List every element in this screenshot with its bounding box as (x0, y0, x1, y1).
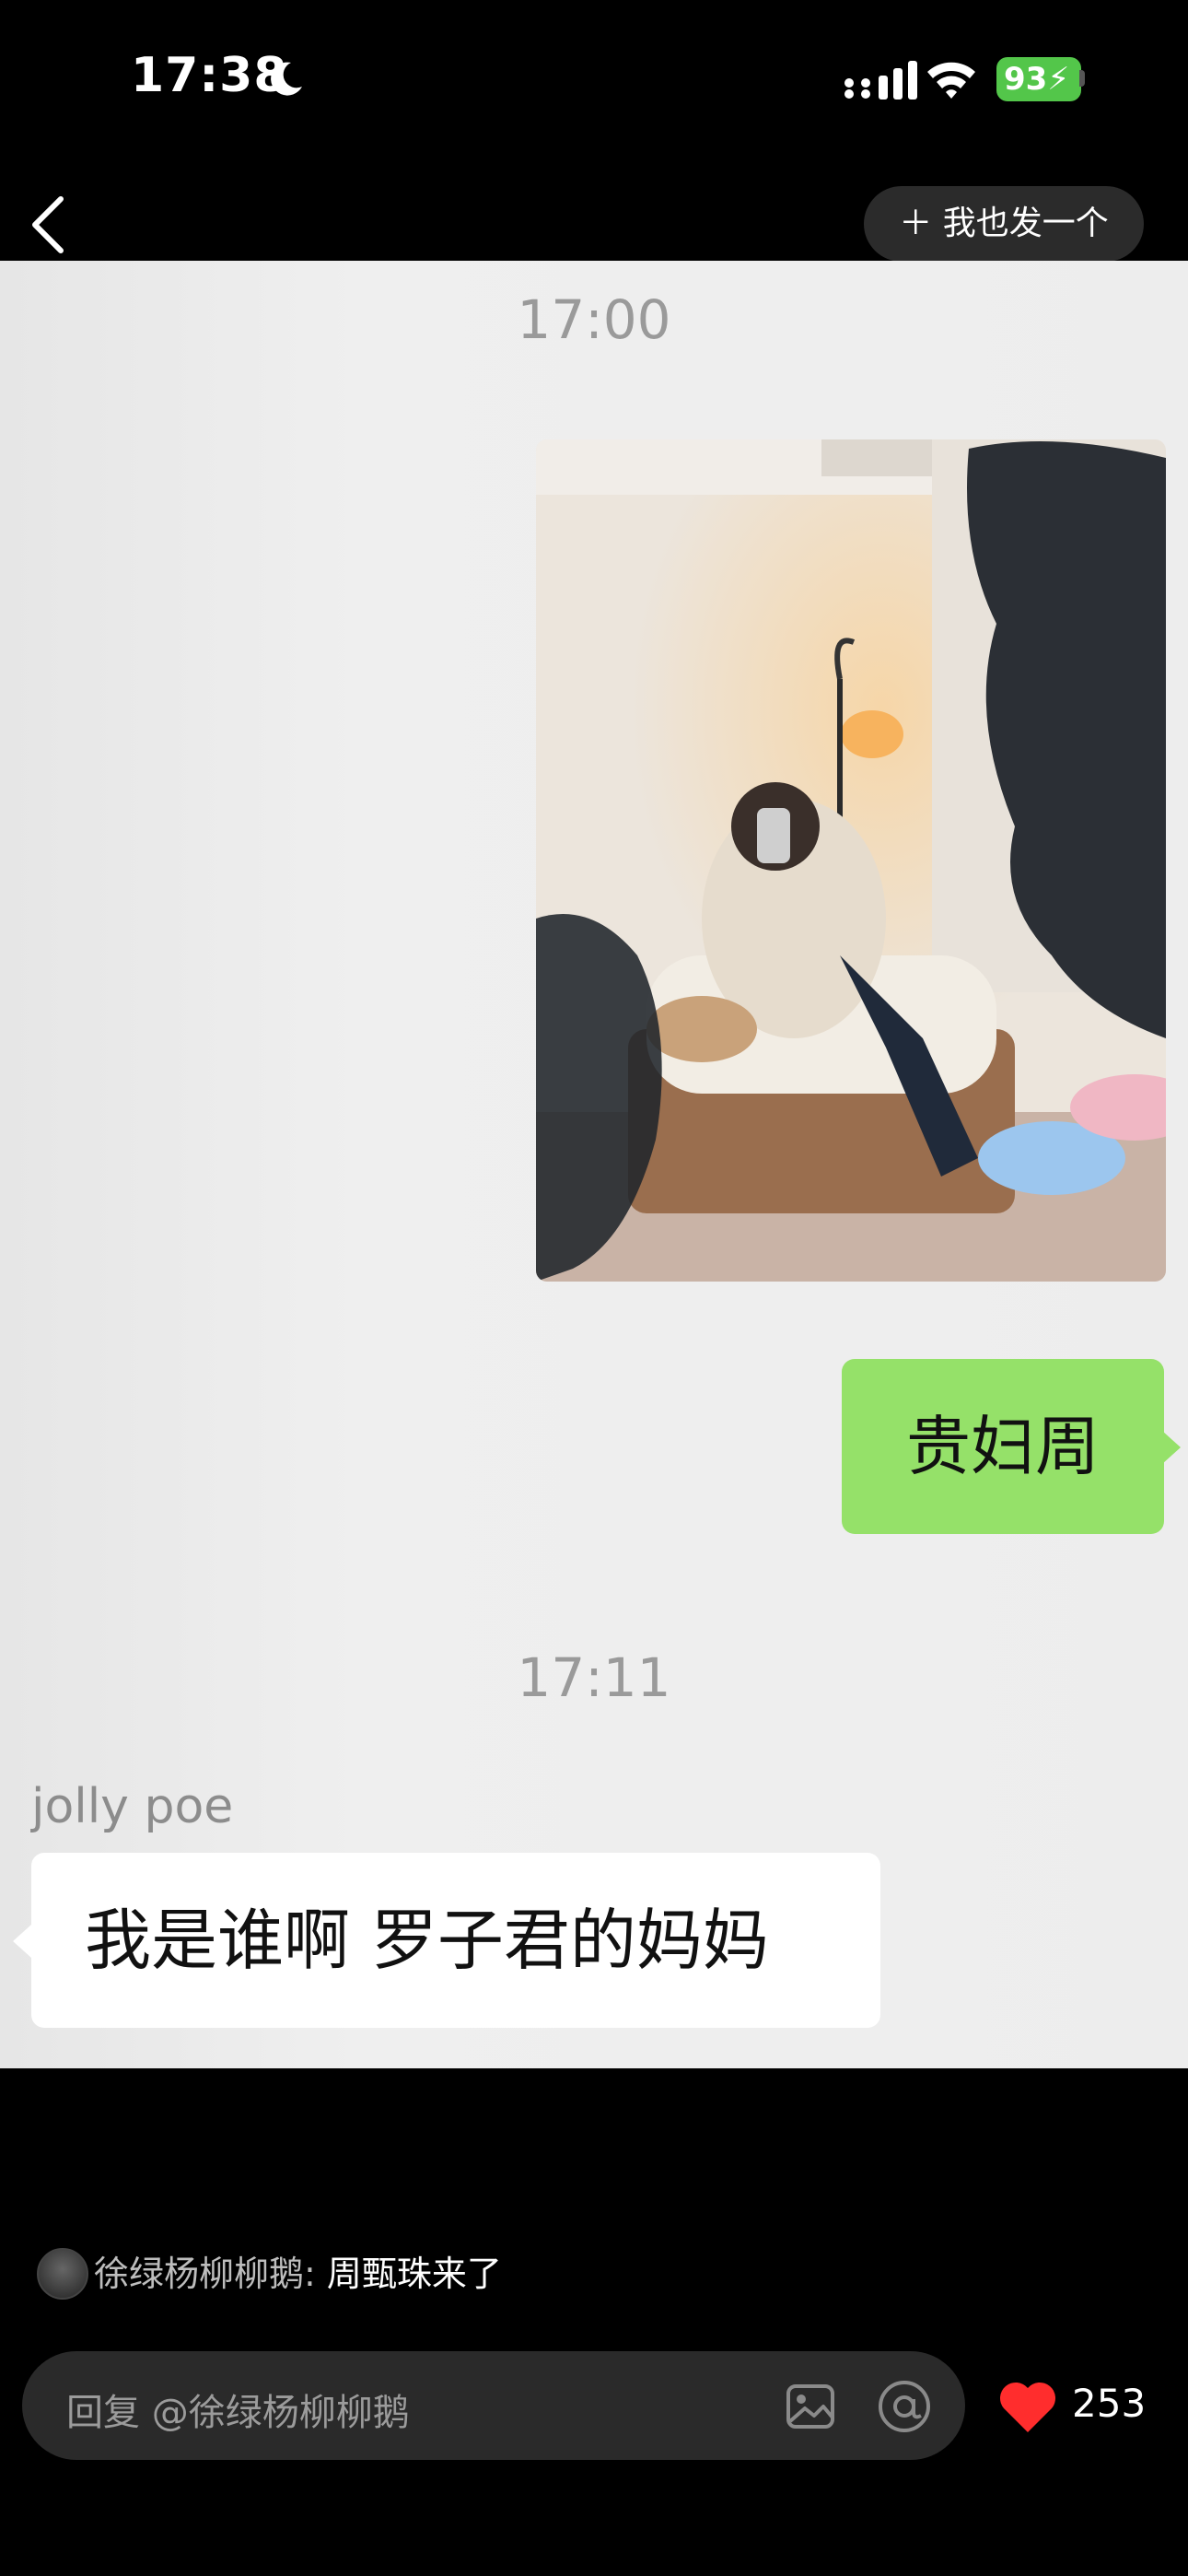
cellular-signal-icon (844, 61, 917, 100)
commenter-avatar[interactable] (37, 2248, 88, 2300)
wifi-icon (927, 62, 975, 99)
sender-name: jolly poe (31, 1779, 234, 1834)
commenter-name: 徐绿杨柳柳鹅 (94, 2254, 305, 2294)
status-time: 17:38 (131, 48, 288, 103)
plus-icon: ＋ (899, 205, 933, 242)
sent-message-bubble: 贵妇周 (842, 1359, 1164, 1534)
battery-level: 93 (1004, 61, 1048, 98)
received-message-bubble: 我是谁啊 罗子君的妈妈 (31, 1853, 880, 2028)
sent-bubble-tail (1162, 1431, 1181, 1464)
chat-timestamp: 17:00 (517, 288, 671, 351)
battery-icon: 93⚡ (996, 57, 1081, 101)
like-count: 253 (1072, 2381, 1147, 2426)
moon-icon (271, 62, 302, 96)
chat-timestamp: 17:11 (517, 1646, 671, 1709)
mention-at-icon[interactable] (875, 2377, 934, 2436)
comment-separator: : (304, 2254, 316, 2294)
shared-photo[interactable] (536, 439, 1166, 1282)
back-chevron-icon[interactable] (26, 193, 68, 256)
post-also-button[interactable]: ＋ 我也发一个 (864, 186, 1144, 262)
comment-text: 周甄珠来了 (326, 2254, 502, 2294)
image-icon[interactable] (783, 2379, 838, 2434)
photo-room-scene (536, 439, 1166, 1282)
battery-cap (1079, 70, 1085, 87)
post-button-label: 我也发一个 (942, 205, 1109, 242)
received-bubble-tail (13, 1925, 31, 1958)
chat-screenshot: 17:00 贵妇周 17:11 jolly poe 我是谁啊 罗子君的妈妈 (0, 261, 1188, 2068)
heart-like-icon[interactable] (998, 2381, 1057, 2434)
reply-placeholder: 回复 @徐绿杨柳柳鹅 (66, 2392, 410, 2434)
comment-preview[interactable]: 徐绿杨柳柳鹅: 周甄珠来了 (94, 2250, 502, 2298)
